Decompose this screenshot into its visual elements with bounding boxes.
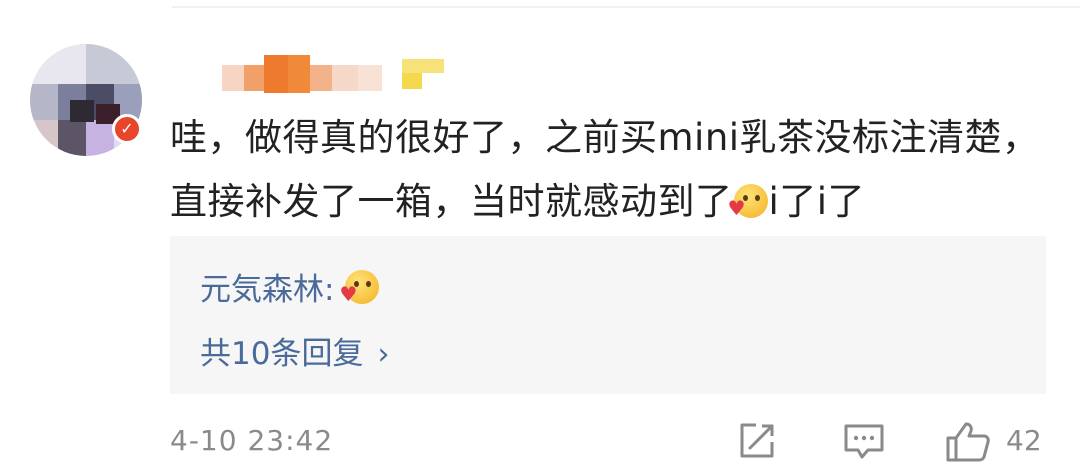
verified-badge-icon: ✓: [112, 114, 142, 144]
timestamp: 4-10 23:42: [170, 424, 334, 457]
reply-preview-box[interactable]: 元気森林: 共10条回复 ›: [170, 236, 1046, 394]
top-divider: [172, 6, 1080, 8]
comment-text-main: 哇，做得真的很好了，之前买mini乳茶没标注清楚，直接补发了一箱，当时就感动到了: [170, 116, 1040, 223]
view-all-replies-label: 共10条回复: [200, 336, 364, 372]
thumbs-up-icon: [946, 422, 990, 462]
view-all-replies-link[interactable]: 共10条回复 ›: [200, 328, 389, 373]
like-count: 42: [1006, 424, 1042, 457]
reply-preview-line: 元気森林:: [200, 264, 380, 309]
username-mosaic[interactable]: [222, 55, 452, 95]
comment-text-tail: i了i了: [768, 180, 866, 223]
share-button[interactable]: [736, 420, 778, 466]
smiling-face-with-heart-emoji-icon: [339, 270, 380, 304]
reply-button[interactable]: [842, 420, 886, 466]
comment-icon: [844, 424, 884, 459]
smiling-face-with-heart-emoji-icon: [728, 184, 768, 218]
like-button[interactable]: [944, 420, 992, 468]
comment-text: 哇，做得真的很好了，之前买mini乳茶没标注清楚，直接补发了一箱，当时就感动到了…: [170, 106, 1040, 234]
chevron-right-icon: ›: [377, 337, 390, 372]
share-edit-icon: [740, 423, 774, 458]
reply-author[interactable]: 元気森林:: [200, 272, 334, 308]
